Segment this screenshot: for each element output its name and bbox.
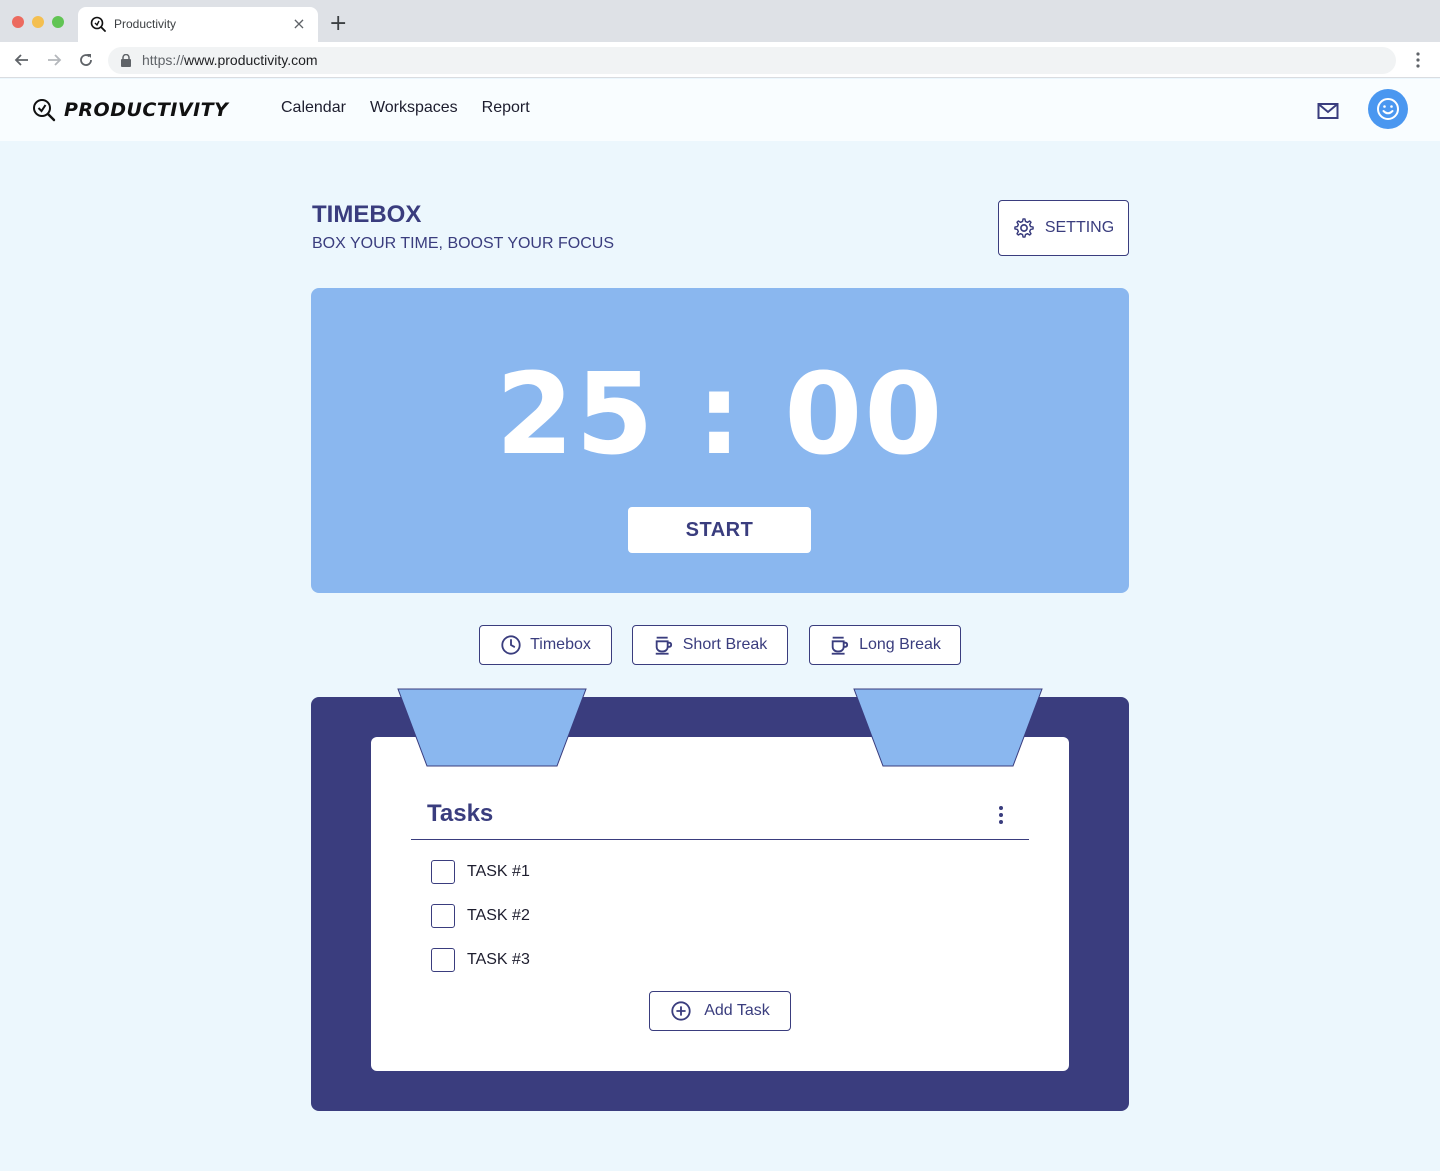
mode-short-break-button[interactable]: Short Break: [632, 625, 788, 665]
maximize-window-button[interactable]: [52, 16, 64, 28]
address-bar[interactable]: https://www.productivity.com: [108, 47, 1396, 74]
timer-display: 25 : 00: [495, 350, 945, 480]
url-protocol: https://: [142, 52, 185, 68]
cup-icon: [655, 636, 672, 655]
start-label: START: [685, 518, 754, 541]
logo-icon: [33, 99, 56, 122]
url-host: www.productivity.com: [184, 52, 318, 68]
timer-card: 25 : 00 START: [311, 288, 1129, 593]
clip-decoration: [397, 688, 587, 767]
task-board: Tasks TASK #1 TASK #2 TASK #3 Add Task: [311, 688, 1129, 1111]
task-checkbox[interactable]: [431, 860, 455, 884]
back-arrow-icon[interactable]: [12, 50, 32, 70]
clock-icon: [501, 635, 521, 655]
nav-workspaces[interactable]: Workspaces: [370, 99, 458, 117]
minimize-window-button[interactable]: [32, 16, 44, 28]
task-checkbox[interactable]: [431, 948, 455, 972]
tasks-title: Tasks: [427, 800, 494, 827]
logo-icon: [90, 16, 106, 32]
mode-long-break-button[interactable]: Long Break: [809, 625, 961, 665]
task-label: TASK #3: [467, 951, 530, 968]
clip-decoration: [853, 688, 1043, 767]
task-item: TASK #3: [431, 948, 530, 972]
browser-tabbar: Productivity × +: [0, 0, 1440, 42]
mode-long-break-label: Long Break: [859, 636, 941, 653]
browser-tab[interactable]: Productivity ×: [78, 7, 318, 42]
url-text: https://www.productivity.com: [142, 52, 318, 68]
main-nav: Calendar Workspaces Report: [281, 99, 530, 117]
nav-report[interactable]: Report: [482, 99, 530, 117]
task-item: TASK #1: [431, 860, 530, 884]
more-vertical-icon[interactable]: [991, 803, 1011, 827]
forward-arrow-icon[interactable]: [44, 50, 64, 70]
page-subtitle: BOX YOUR TIME, BOOST YOUR FOCUS: [312, 235, 614, 252]
reload-icon[interactable]: [76, 50, 96, 70]
start-button[interactable]: START: [628, 507, 811, 553]
setting-label: SETTING: [1044, 219, 1115, 236]
mode-short-break-label: Short Break: [682, 636, 768, 653]
browser-menu-icon[interactable]: [1410, 51, 1426, 69]
cup-icon: [831, 636, 849, 655]
mail-icon[interactable]: [1316, 99, 1340, 123]
close-window-button[interactable]: [12, 16, 24, 28]
task-checkbox[interactable]: [431, 904, 455, 928]
task-label: TASK #2: [467, 907, 530, 924]
task-item: TASK #2: [431, 904, 530, 928]
lock-icon: [121, 54, 131, 67]
mode-timebox-label: Timebox: [530, 636, 591, 653]
new-tab-button[interactable]: +: [329, 12, 347, 36]
brand-logo[interactable]: PRODUCTIVITY: [32, 97, 228, 123]
plus-circle-icon: [671, 1001, 691, 1021]
brand-name: PRODUCTIVITY: [64, 99, 229, 121]
setting-button[interactable]: SETTING: [998, 200, 1129, 256]
nav-calendar[interactable]: Calendar: [281, 99, 346, 117]
add-task-label: Add Task: [704, 1002, 770, 1019]
gear-icon: [1014, 218, 1034, 238]
tasks-divider: [411, 839, 1029, 840]
close-tab-icon[interactable]: ×: [290, 14, 308, 34]
task-label: TASK #1: [467, 863, 530, 880]
browser-toolbar: https://www.productivity.com: [0, 42, 1440, 78]
add-task-button[interactable]: Add Task: [649, 991, 791, 1031]
smiley-icon: [1377, 98, 1399, 120]
task-paper: Tasks TASK #1 TASK #2 TASK #3 Add Task: [371, 737, 1069, 1071]
mode-timebox-button[interactable]: Timebox: [479, 625, 612, 665]
page-title: TIMEBOX: [312, 201, 422, 228]
tab-title: Productivity: [114, 17, 177, 31]
avatar[interactable]: [1368, 89, 1408, 129]
app-header: PRODUCTIVITY Calendar Workspaces Report: [0, 79, 1440, 141]
